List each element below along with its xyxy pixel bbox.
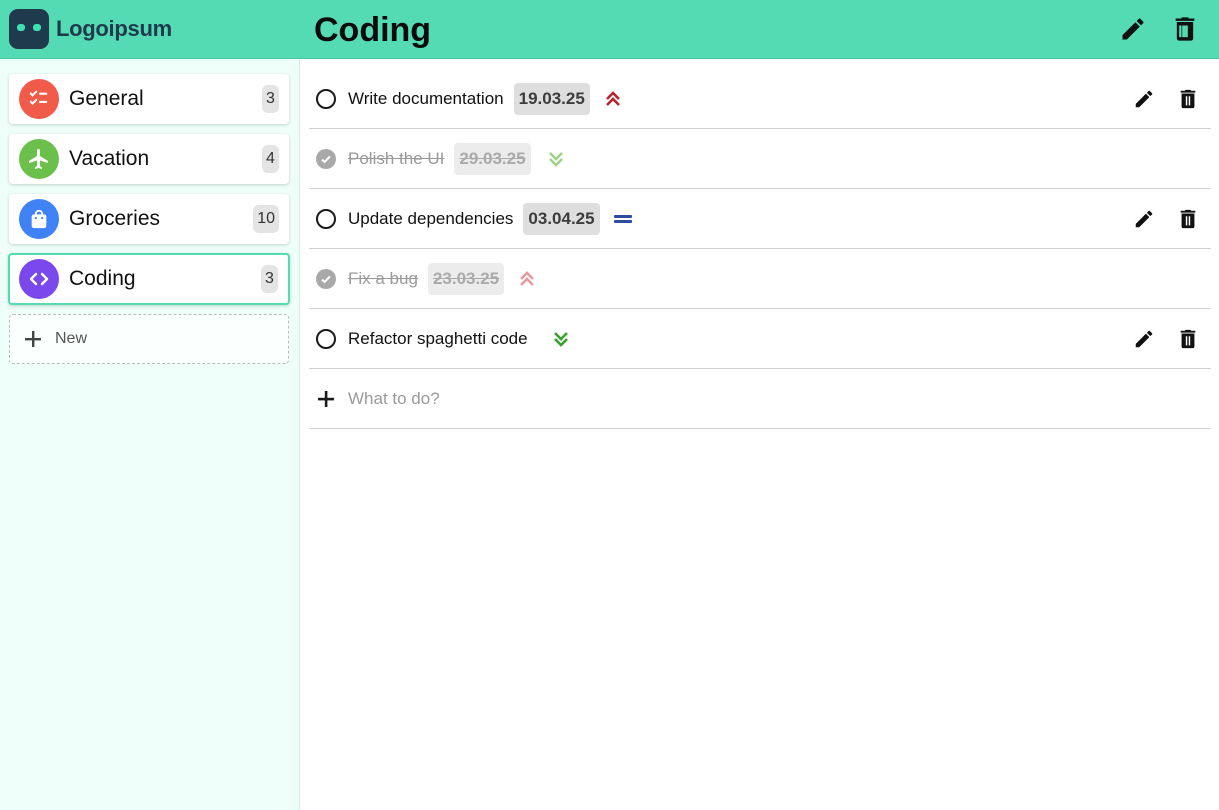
priority-highest-icon <box>518 270 536 288</box>
edit-task-button[interactable] <box>1131 326 1157 352</box>
task-row: Fix a bug 23.03.25 <box>309 249 1211 309</box>
task-row: Write documentation 19.03.25 <box>309 69 1211 129</box>
edit-list-button[interactable] <box>1117 13 1149 45</box>
delete-task-button[interactable] <box>1175 206 1201 232</box>
trash-icon <box>1175 17 1195 41</box>
task-actions <box>1131 189 1211 248</box>
sidebar-item-groceries[interactable]: Groceries 10 <box>9 194 289 244</box>
airplane-icon <box>19 139 59 179</box>
header-bar: Logoipsum Coding <box>0 0 1219 59</box>
trash-icon <box>1180 89 1196 108</box>
add-task-row <box>309 369 1211 429</box>
count-badge: 10 <box>253 205 279 233</box>
task-row: Update dependencies 03.04.25 <box>309 189 1211 249</box>
pencil-icon <box>1135 90 1153 107</box>
priority-lowest-icon <box>552 330 570 348</box>
due-date-badge: 23.03.25 <box>427 262 505 295</box>
priority-medium-icon <box>613 210 632 228</box>
task-row: Polish the UI 29.03.25 <box>309 129 1211 189</box>
task-text: Fix a bug <box>348 268 418 288</box>
edit-task-button[interactable] <box>1131 86 1157 112</box>
pencil-icon <box>1135 330 1153 347</box>
edit-task-button[interactable] <box>1131 206 1157 232</box>
task-list: Write documentation 19.03.25 Polish the … <box>309 69 1211 429</box>
shopping-bag-icon <box>19 199 59 239</box>
task-text: Write documentation <box>348 88 504 108</box>
count-badge: 4 <box>262 145 279 173</box>
priority-lowest-icon <box>547 150 565 168</box>
due-date-badge: 19.03.25 <box>513 82 590 115</box>
sidebar-item-label: General <box>69 87 144 110</box>
sidebar-item-label: Vacation <box>69 147 150 170</box>
task-text: Refactor spaghetti code <box>348 328 528 348</box>
delete-list-button[interactable] <box>1169 13 1201 45</box>
task-row: Refactor spaghetti code <box>309 309 1211 369</box>
delete-task-button[interactable] <box>1175 326 1201 352</box>
due-date-badge: 29.03.25 <box>454 142 531 175</box>
checklist-icon <box>19 79 59 119</box>
code-icon <box>19 259 59 299</box>
logo-icon <box>9 9 49 49</box>
delete-task-button[interactable] <box>1175 86 1201 112</box>
task-actions <box>1131 309 1211 368</box>
page-title: Coding <box>314 11 432 49</box>
sidebar-item-label: Coding <box>69 267 136 290</box>
plus-icon <box>24 330 42 348</box>
task-actions <box>1131 69 1211 128</box>
new-task-input[interactable] <box>348 388 1048 409</box>
app: Logoipsum Coding General 3 Vacation 4 Gr… <box>0 0 1219 810</box>
pencil-icon <box>1135 210 1153 227</box>
plus-icon[interactable] <box>317 390 335 408</box>
sidebar-item-general[interactable]: General 3 <box>9 74 289 124</box>
due-date-badge: 03.04.25 <box>523 202 600 235</box>
new-category-label: New <box>55 330 88 347</box>
logo-text: Logoipsum <box>56 16 172 41</box>
sidebar-item-label: Groceries <box>69 207 161 230</box>
sidebar-item-coding[interactable]: Coding 3 <box>8 253 290 305</box>
task-checkbox-checked[interactable] <box>316 148 336 169</box>
count-badge: 3 <box>262 85 279 113</box>
checkmark-icon <box>321 155 331 163</box>
task-text: Update dependencies <box>348 208 514 228</box>
sidebar: General 3 Vacation 4 Groceries 10 Coding… <box>0 59 300 810</box>
logo: Logoipsum <box>9 9 172 49</box>
task-checkbox-checked[interactable] <box>316 268 336 289</box>
new-category-button[interactable]: New <box>9 314 289 364</box>
task-text: Polish the UI <box>348 148 445 168</box>
trash-icon <box>1180 209 1196 228</box>
trash-icon <box>1180 329 1196 348</box>
checkmark-icon <box>321 275 331 283</box>
task-checkbox[interactable] <box>316 88 336 109</box>
task-checkbox[interactable] <box>316 328 336 349</box>
task-checkbox[interactable] <box>316 208 336 229</box>
priority-highest-icon <box>604 90 622 108</box>
sidebar-item-vacation[interactable]: Vacation 4 <box>9 134 289 184</box>
count-badge: 3 <box>261 265 278 293</box>
pencil-icon <box>1122 18 1144 40</box>
